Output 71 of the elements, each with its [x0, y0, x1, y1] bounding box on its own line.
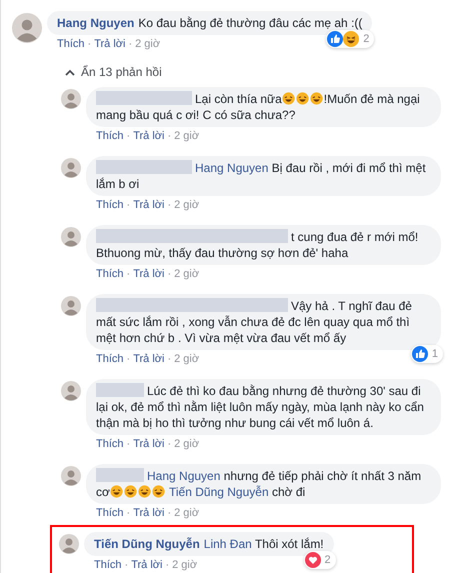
separator: · — [167, 268, 172, 281]
action-link[interactable]: Trả lời — [133, 438, 164, 451]
action-link[interactable]: Thích — [57, 38, 85, 51]
action-link[interactable]: Trả lời — [133, 130, 164, 143]
avatar[interactable] — [59, 534, 79, 554]
action-link[interactable]: Thích — [96, 507, 124, 520]
laughing-emoji-icon — [110, 485, 123, 498]
redacted-name — [96, 383, 144, 397]
author-name[interactable]: Tiến Dũng Nguyễn — [94, 537, 200, 551]
mention-link[interactable]: Hang Nguyen — [195, 161, 268, 175]
like-icon — [412, 346, 428, 362]
separator: · — [167, 353, 172, 366]
separator: · — [165, 559, 170, 572]
reaction-count: 1 — [430, 347, 439, 362]
reaction-count: 2 — [324, 553, 332, 568]
reaction-count: 2 — [362, 32, 370, 47]
avatar[interactable] — [61, 296, 81, 316]
laughing-emoji-icon — [296, 92, 309, 105]
separator: · — [167, 199, 172, 212]
action-link[interactable]: Trả lời — [133, 268, 164, 281]
mention-link[interactable]: Tiến Dũng Nguyễn — [169, 485, 269, 499]
action-link[interactable]: Trả lời — [133, 507, 164, 520]
separator: · — [126, 199, 130, 212]
comment-text: t cung đua đẻ r mới mổ! Bthuong mừ, thấy đau thường sợ hơn đẻ' haha — [96, 229, 420, 261]
action-link[interactable]: Trả lời — [131, 559, 162, 572]
avatar[interactable] — [61, 89, 81, 109]
avatar[interactable] — [61, 158, 81, 178]
separator: · — [124, 559, 128, 572]
separator: · — [167, 507, 172, 520]
separator: · — [167, 130, 172, 143]
like-icon — [327, 31, 344, 47]
avatar[interactable] — [61, 381, 81, 401]
avatar[interactable] — [61, 466, 81, 486]
separator: · — [126, 438, 130, 451]
separator: · — [128, 38, 132, 51]
avatar[interactable] — [12, 13, 42, 43]
comment-text: Vậy hả . T nghĩ đau đẻ mất sức lắm rồi , xong vẫn chưa đẻ đc lên quay qua mổ thì mệt hơn chứ b . Vì vừa mệt vừa đau vết mổ ấy — [96, 298, 413, 346]
redacted-name — [96, 468, 144, 482]
separator: · — [126, 353, 130, 366]
comment-text: Hang Nguyen nhưng đẻ tiếp phải chờ ít nhất 3 năm cơ Tiến Dũng Nguyễn chờ đi — [96, 468, 422, 500]
laughing-emoji-icon — [343, 31, 360, 47]
mention-link[interactable]: Linh Đan — [204, 537, 252, 551]
action-link[interactable]: Thích — [96, 353, 124, 366]
laughing-emoji-icon — [152, 485, 165, 498]
action-link[interactable]: Thích — [96, 130, 124, 143]
separator: · — [126, 268, 130, 281]
comment-text: Linh Đan Thôi xót lắm! — [204, 537, 324, 551]
action-link[interactable]: Thích — [94, 559, 122, 572]
author-name[interactable]: Hang Nguyen — [57, 16, 134, 30]
separator: · — [167, 438, 172, 451]
chevron-icon — [65, 68, 75, 76]
avatar[interactable] — [61, 227, 81, 247]
action-link[interactable]: Thích — [96, 438, 124, 451]
laughing-emoji-icon — [310, 92, 323, 105]
comment-text: Lại còn thía nữa !Muốn đẻ mà ngại mang bầu quá c ơi! C có sữa chưa?? — [96, 91, 421, 123]
laughing-emoji-icon — [124, 485, 137, 498]
comment-text: Ko đau bằng đẻ thường đâu các mẹ ah :(( — [138, 16, 362, 30]
laughing-emoji-icon — [138, 485, 151, 498]
laughing-emoji-icon — [282, 92, 295, 105]
separator: · — [126, 130, 130, 143]
separator: · — [126, 507, 130, 520]
separator: · — [88, 38, 92, 51]
action-link[interactable]: Thích — [96, 199, 124, 212]
action-link[interactable]: Trả lời — [133, 199, 164, 212]
comment-text: Hang Nguyen Bị đau rồi , mới đi mổ thì mệt lắm b ơi — [96, 160, 427, 192]
action-link[interactable]: Trả lời — [133, 353, 164, 366]
mention-link[interactable]: Hang Nguyen — [147, 469, 220, 483]
comment-text: Lúc đẻ thì ko đau bằng nhưng đẻ thường 30' sau đi lại ok, đẻ mổ thì nằm liệt luôn mấy ngày, mùa lạnh này ko cẩn thận mà bị ho thì tưởng như bung cái vết mổ luôn á. — [96, 383, 425, 431]
hide-replies-button[interactable]: Ẩn 13 phản hồi — [65, 65, 162, 79]
action-link[interactable]: Thích — [96, 268, 124, 281]
action-link[interactable]: Trả lời — [94, 38, 126, 51]
